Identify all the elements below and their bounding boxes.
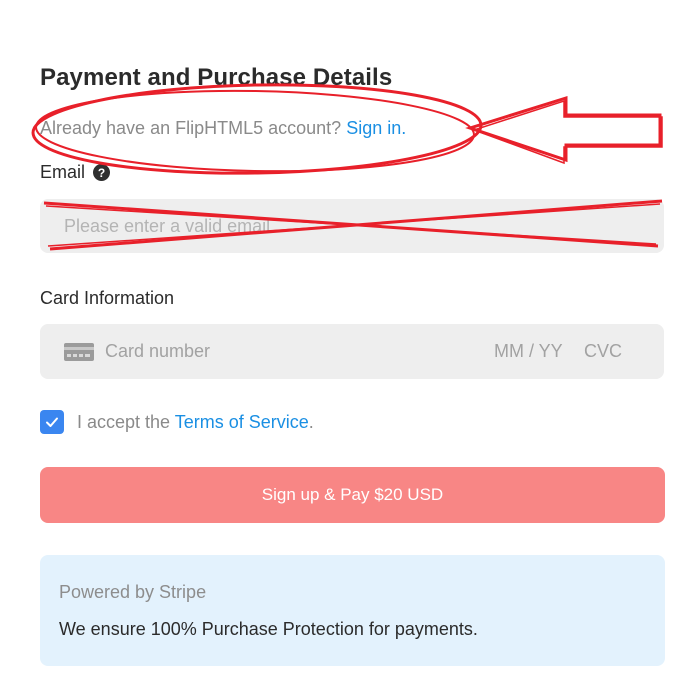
powered-by-stripe: Powered by Stripe xyxy=(59,582,207,602)
signin-link[interactable]: Sign in xyxy=(346,118,401,138)
terms-suffix: . xyxy=(308,411,314,432)
help-icon[interactable]: ? xyxy=(93,164,111,181)
checkmark-icon xyxy=(46,417,58,427)
stripe-info-box: Powered by Stripe We ensure 100% Purchas… xyxy=(40,555,665,666)
terms-row: I accept the Terms of Service. xyxy=(40,410,314,434)
email-label: Email xyxy=(40,162,86,182)
terms-text: I accept the Terms of Service. xyxy=(77,412,314,433)
email-field[interactable] xyxy=(40,199,664,253)
signup-pay-button[interactable]: Sign up & Pay $20 USD xyxy=(40,467,665,523)
payment-page: Payment and Purchase Details Already hav… xyxy=(0,0,700,700)
card-number-field[interactable]: Card number xyxy=(105,341,210,362)
terms-checkbox[interactable] xyxy=(40,410,64,434)
purchase-protection-text: We ensure 100% Purchase Protection for p… xyxy=(59,619,478,639)
signin-period: . xyxy=(401,118,407,138)
card-info-label: Card Information xyxy=(40,288,175,308)
signin-prompt-text: Already have an FlipHTML5 account? xyxy=(40,118,342,138)
terms-prefix: I accept the xyxy=(77,411,171,432)
card-cvc-field[interactable]: CVC xyxy=(584,341,622,362)
card-input[interactable]: Card number MM / YY CVC xyxy=(40,324,664,379)
credit-card-icon xyxy=(64,343,94,361)
signin-prompt: Already have an FlipHTML5 account? Sign … xyxy=(40,118,406,139)
email-label-row: Email ? xyxy=(40,162,111,183)
card-expiry-field[interactable]: MM / YY xyxy=(494,341,563,362)
pointing-arrow xyxy=(465,95,663,165)
terms-of-service-link[interactable]: Terms of Service xyxy=(175,412,309,432)
page-title: Payment and Purchase Details xyxy=(40,64,393,91)
